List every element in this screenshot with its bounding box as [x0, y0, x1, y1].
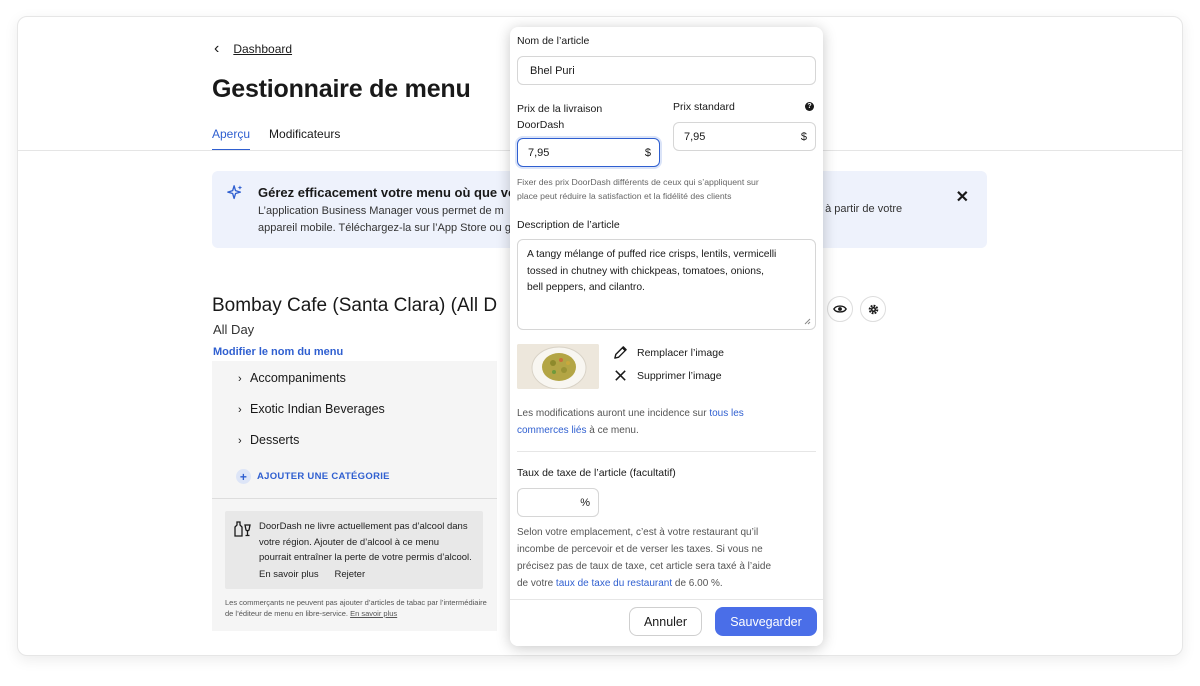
delete-image-button[interactable]: Supprimer l’image — [613, 368, 722, 383]
tobacco-notice: Les commerçants ne peuvent pas ajouter d… — [225, 598, 487, 618]
edit-item-modal: Nom de l’article Bhel Puri Prix de la li… — [510, 27, 823, 646]
resize-handle-icon[interactable] — [804, 318, 811, 325]
close-icon[interactable]: ✕ — [956, 187, 969, 207]
linked-stores-notice: Les modifications auront une incidence s… — [517, 408, 744, 436]
category-panel: › Accompaniments › Exotic Indian Beverages… — [212, 361, 497, 631]
sparkle-icon — [227, 185, 243, 200]
eye-icon — [833, 305, 847, 313]
menu-daypart: All Day — [213, 322, 255, 337]
banner-title: Gérez efficacement votre menu où que vou — [258, 185, 524, 200]
modal-footer: Annuler Sauvegarder — [510, 599, 823, 646]
back-to-dashboard-link[interactable]: Dashboard — [233, 42, 292, 56]
standard-price-label: Prix standard — [673, 101, 735, 113]
category-item[interactable]: › Exotic Indian Beverages — [238, 402, 385, 416]
help-icon[interactable]: ? — [805, 102, 814, 111]
chevron-right-icon: › — [238, 435, 242, 447]
breadcrumb: ‹ Dashboard — [214, 41, 292, 57]
chevron-left-icon[interactable]: ‹ — [214, 41, 219, 57]
price-help-text: Fixer des prix DoorDash différents de ce… — [517, 177, 759, 201]
plus-icon: + — [236, 469, 251, 484]
linked-stores-link-cont[interactable]: commerces liés — [517, 425, 586, 436]
percent-symbol: % — [580, 496, 590, 509]
linked-stores-link[interactable]: tous les — [709, 408, 743, 419]
rename-menu-link[interactable]: Modifier le nom du menu — [213, 346, 343, 358]
settings-button[interactable] — [860, 296, 886, 322]
standard-price-input[interactable]: 7,95 $ — [673, 122, 816, 151]
replace-image-button[interactable]: Remplacer l’image — [613, 345, 724, 360]
divider — [212, 498, 497, 499]
save-button[interactable]: Sauvegarder — [715, 607, 817, 636]
delivery-price-label: Prix de la livraison DoorDash — [517, 103, 603, 131]
alcohol-notice-text: DoorDash ne livre actuellement pas d’alc… — [259, 519, 473, 582]
tab-bar: Aperçu Modificateurs — [212, 127, 340, 151]
alcohol-notice: DoorDash ne livre actuellement pas d’alc… — [225, 511, 483, 589]
alcohol-notice-links[interactable]: En savoir plus Rejeter — [259, 567, 473, 583]
category-item[interactable]: › Desserts — [238, 433, 299, 447]
category-item[interactable]: › Accompaniments — [238, 371, 346, 385]
chevron-right-icon: › — [238, 404, 242, 416]
item-name-label: Nom de l’article — [517, 35, 590, 47]
divider — [517, 451, 816, 452]
currency-symbol: $ — [644, 146, 651, 159]
description-text: A tangy mélange of puffed rice crisps, l… — [527, 249, 777, 293]
tax-rate-input[interactable]: % — [517, 488, 599, 517]
preview-button[interactable] — [827, 296, 853, 322]
cancel-button[interactable]: Annuler — [629, 607, 702, 636]
chevron-right-icon: › — [238, 373, 242, 385]
tab-modificateurs[interactable]: Modificateurs — [269, 127, 340, 151]
item-name-input[interactable]: Bhel Puri — [517, 56, 816, 85]
currency-symbol: $ — [800, 130, 807, 143]
gear-icon — [868, 304, 878, 314]
tax-rate-label: Taux de taxe de l’article (facultatif) — [517, 467, 676, 479]
item-image — [517, 344, 599, 389]
close-icon — [615, 370, 626, 381]
delivery-price-input[interactable]: 7,95 $ — [517, 138, 660, 167]
tobacco-learn-more-link[interactable]: En savoir plus — [350, 609, 397, 618]
store-name: Bombay Cafe (Santa Clara) (All D — [212, 295, 498, 316]
tab-apercu[interactable]: Aperçu — [212, 127, 251, 151]
description-textarea[interactable]: A tangy mélange of puffed rice crisps, l… — [517, 239, 816, 330]
add-category-button[interactable]: + AJOUTER UNE CATÉGORIE — [236, 469, 390, 484]
tax-help-text: Selon votre emplacement, c’est à votre r… — [517, 527, 772, 589]
bottles-icon — [234, 521, 251, 537]
restaurant-tax-rate-link[interactable]: taux de taxe du restaurant — [556, 578, 672, 589]
pencil-icon — [614, 346, 627, 359]
food-image — [517, 344, 599, 389]
page-title: Gestionnaire de menu — [212, 75, 471, 103]
banner-line-1-end: t à partir de votre — [819, 203, 903, 215]
description-label: Description de l’article — [517, 219, 620, 231]
